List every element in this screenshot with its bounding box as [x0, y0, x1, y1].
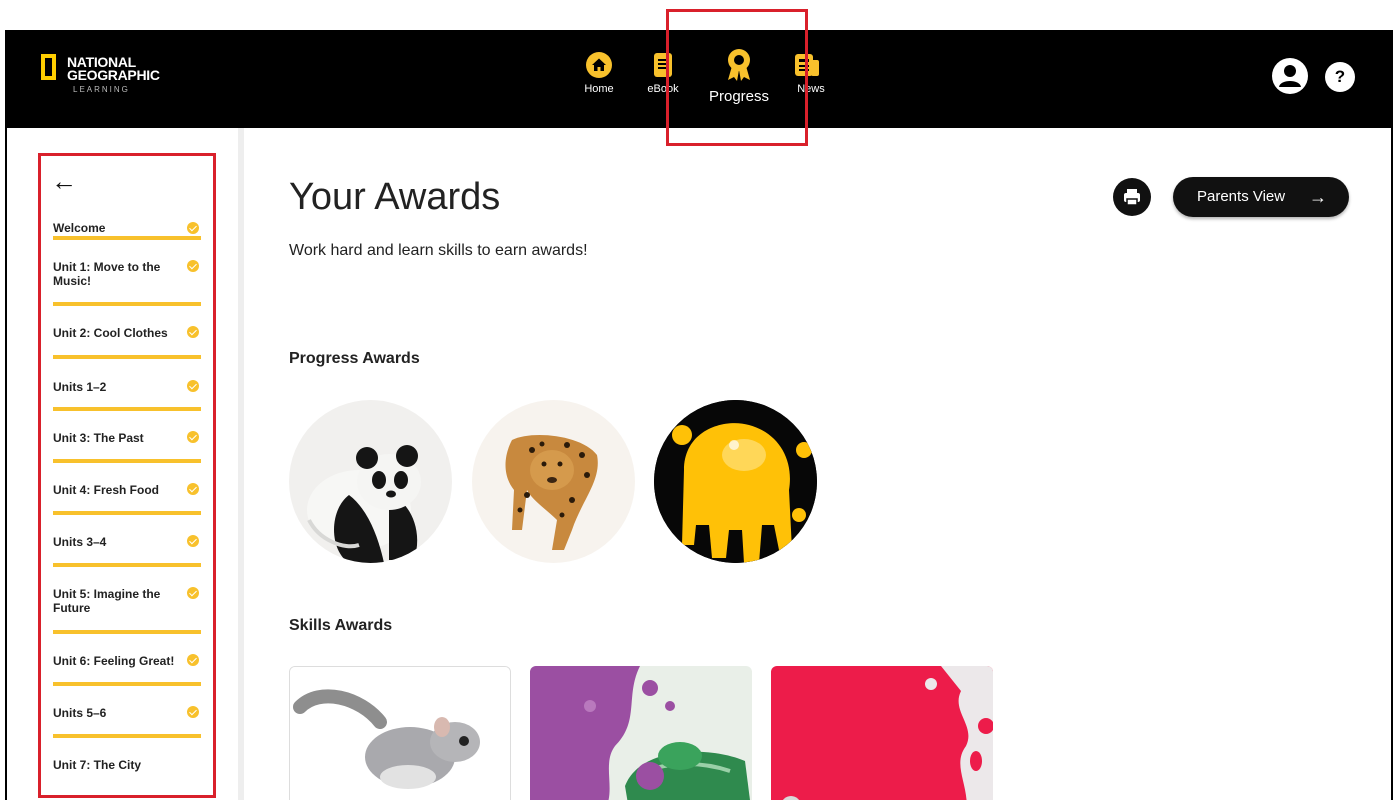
profile-button[interactable] — [1272, 58, 1308, 94]
news-icon — [795, 54, 819, 76]
check-circle-icon — [187, 483, 199, 495]
ebook-icon — [654, 53, 672, 77]
nav-news[interactable]: News — [787, 52, 827, 122]
units-sidebar: ← Welcome Unit 1: Move to the Music! Uni… — [7, 128, 244, 800]
top-nav-bar: NATIONAL GEOGRAPHIC LEARNING Home eBook — [7, 30, 1391, 128]
panda-image — [289, 400, 452, 563]
unit-item-unit-7[interactable]: Unit 7: The City — [53, 738, 201, 790]
unit-item-unit-6[interactable]: Unit 6: Feeling Great! — [53, 634, 201, 686]
jaguar-image — [472, 400, 635, 563]
arrow-right-icon: → — [1309, 187, 1327, 207]
unit-item-unit-5[interactable]: Unit 5: Imagine the Future — [53, 567, 201, 634]
units-list: Welcome Unit 1: Move to the Music! Unit … — [53, 210, 201, 790]
page-subtitle: Work hard and learn skills to earn award… — [289, 242, 588, 259]
award-yellow-splash[interactable] — [654, 400, 817, 563]
printer-icon — [1124, 189, 1140, 206]
nav-home-label: Home — [584, 83, 614, 95]
sugar-glider-image — [290, 667, 510, 800]
skill-award-pink-splash[interactable] — [771, 666, 993, 800]
logo-yellow-frame-icon — [41, 54, 56, 80]
progress-awards-title: Progress Awards — [289, 350, 420, 367]
nav-ebook[interactable]: eBook — [643, 52, 683, 122]
unit-item-welcome[interactable]: Welcome — [53, 210, 201, 240]
unit-item-units-1-2[interactable]: Units 1–2 — [53, 359, 201, 411]
check-circle-icon — [187, 535, 199, 547]
check-circle-icon — [187, 431, 199, 443]
unit-label: Welcome — [53, 221, 106, 235]
unit-item-unit-3[interactable]: Unit 3: The Past — [53, 411, 201, 463]
unit-label: Units 5–6 — [53, 706, 107, 720]
nav-ebook-label: eBook — [647, 83, 679, 95]
unit-label: Unit 2: Cool Clothes — [53, 326, 168, 340]
pink-splash-image — [771, 666, 993, 800]
skill-award-sugar-glider[interactable] — [289, 666, 511, 800]
skills-awards-title: Skills Awards — [289, 617, 393, 634]
unit-label: Units 1–2 — [53, 380, 107, 394]
unit-label: Units 3–4 — [53, 535, 107, 549]
award-panda[interactable] — [289, 400, 452, 563]
check-circle-icon — [187, 587, 199, 599]
unit-label: Unit 7: The City — [53, 758, 142, 772]
unit-label: Unit 5: Imagine the Future — [53, 587, 161, 615]
unit-label: Unit 1: Move to the Music! — [53, 260, 161, 288]
award-ribbon-icon — [728, 49, 750, 81]
unit-item-unit-4[interactable]: Unit 4: Fresh Food — [53, 463, 201, 515]
logo-line3: LEARNING — [73, 85, 130, 94]
unit-label: Unit 3: The Past — [53, 431, 144, 445]
unit-label: Unit 4: Fresh Food — [53, 483, 159, 497]
check-circle-icon — [187, 222, 199, 234]
user-icon — [1279, 65, 1301, 87]
unit-item-units-3-4[interactable]: Units 3–4 — [53, 515, 201, 567]
unit-item-unit-2[interactable]: Unit 2: Cool Clothes — [53, 306, 201, 359]
parents-view-button[interactable]: Parents View → — [1173, 177, 1349, 217]
yellow-splash-image — [654, 400, 817, 563]
app-frame: NATIONAL GEOGRAPHIC LEARNING Home eBook — [5, 30, 1393, 800]
unit-item-units-5-6[interactable]: Units 5–6 — [53, 686, 201, 738]
check-circle-icon — [187, 260, 199, 272]
help-button[interactable]: ? — [1325, 62, 1355, 92]
parents-view-label: Parents View — [1197, 188, 1286, 205]
check-circle-icon — [187, 706, 199, 718]
chameleon-image — [530, 666, 752, 800]
nav-news-label: News — [797, 83, 825, 95]
home-icon — [586, 52, 612, 78]
logo-line2: GEOGRAPHIC — [67, 67, 160, 83]
page-title: Your Awards — [289, 176, 501, 218]
check-circle-icon — [187, 654, 199, 666]
nav-progress-label: Progress — [708, 88, 770, 105]
unit-label: Unit 6: Feeling Great! — [53, 654, 175, 668]
unit-item-unit-1[interactable]: Unit 1: Move to the Music! — [53, 240, 201, 306]
back-arrow-icon[interactable]: ← — [51, 168, 77, 194]
nav-home[interactable]: Home — [579, 52, 619, 122]
nav-progress[interactable]: Progress — [707, 48, 771, 118]
award-jaguar[interactable] — [472, 400, 635, 563]
check-circle-icon — [187, 380, 199, 392]
check-circle-icon — [187, 326, 199, 338]
skill-award-chameleon[interactable] — [530, 666, 752, 800]
print-button[interactable] — [1113, 178, 1151, 216]
